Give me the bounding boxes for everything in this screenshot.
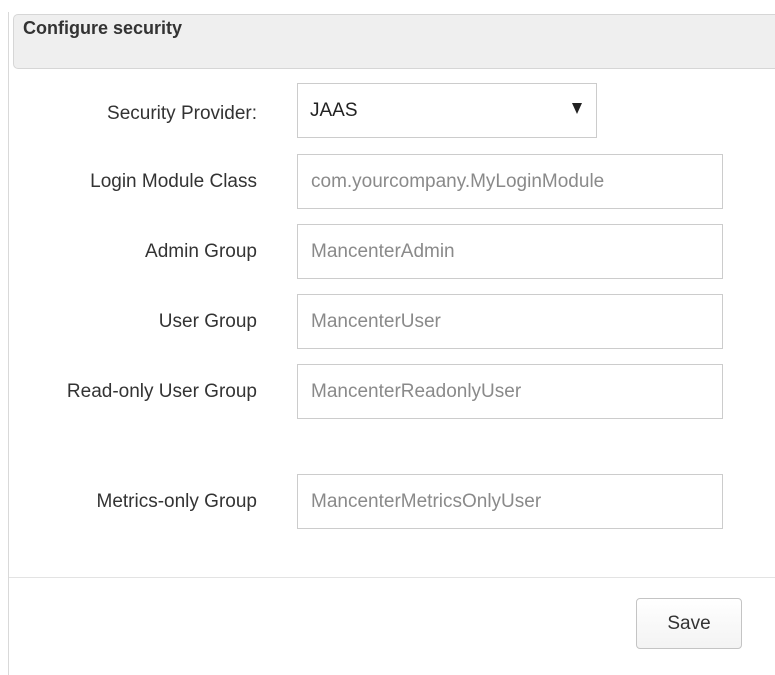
triangle-down-icon — [572, 103, 582, 114]
admin-group-input[interactable] — [297, 224, 723, 279]
security-provider-selected-value: JAAS — [310, 100, 358, 121]
save-button[interactable]: Save — [636, 598, 742, 649]
login-module-class-input[interactable] — [297, 154, 723, 209]
configure-security-page: Configure security Security Provider: JA… — [0, 0, 775, 675]
security-provider-select[interactable]: JAAS — [297, 83, 597, 138]
user-group-label: User Group — [158, 311, 257, 332]
security-provider-label: Security Provider: — [107, 103, 257, 124]
user-group-input[interactable] — [297, 294, 723, 349]
panel-left-border — [8, 12, 9, 675]
metrics-only-group-input[interactable] — [297, 474, 723, 529]
panel-title: Configure security — [23, 18, 183, 38]
admin-group-label: Admin Group — [145, 241, 257, 262]
metrics-only-group-label: Metrics-only Group — [96, 491, 258, 512]
readonly-user-group-input[interactable] — [297, 364, 723, 419]
login-module-class-label: Login Module Class — [90, 171, 257, 192]
footer-divider — [9, 577, 775, 578]
readonly-user-group-label: Read-only User Group — [66, 381, 257, 402]
